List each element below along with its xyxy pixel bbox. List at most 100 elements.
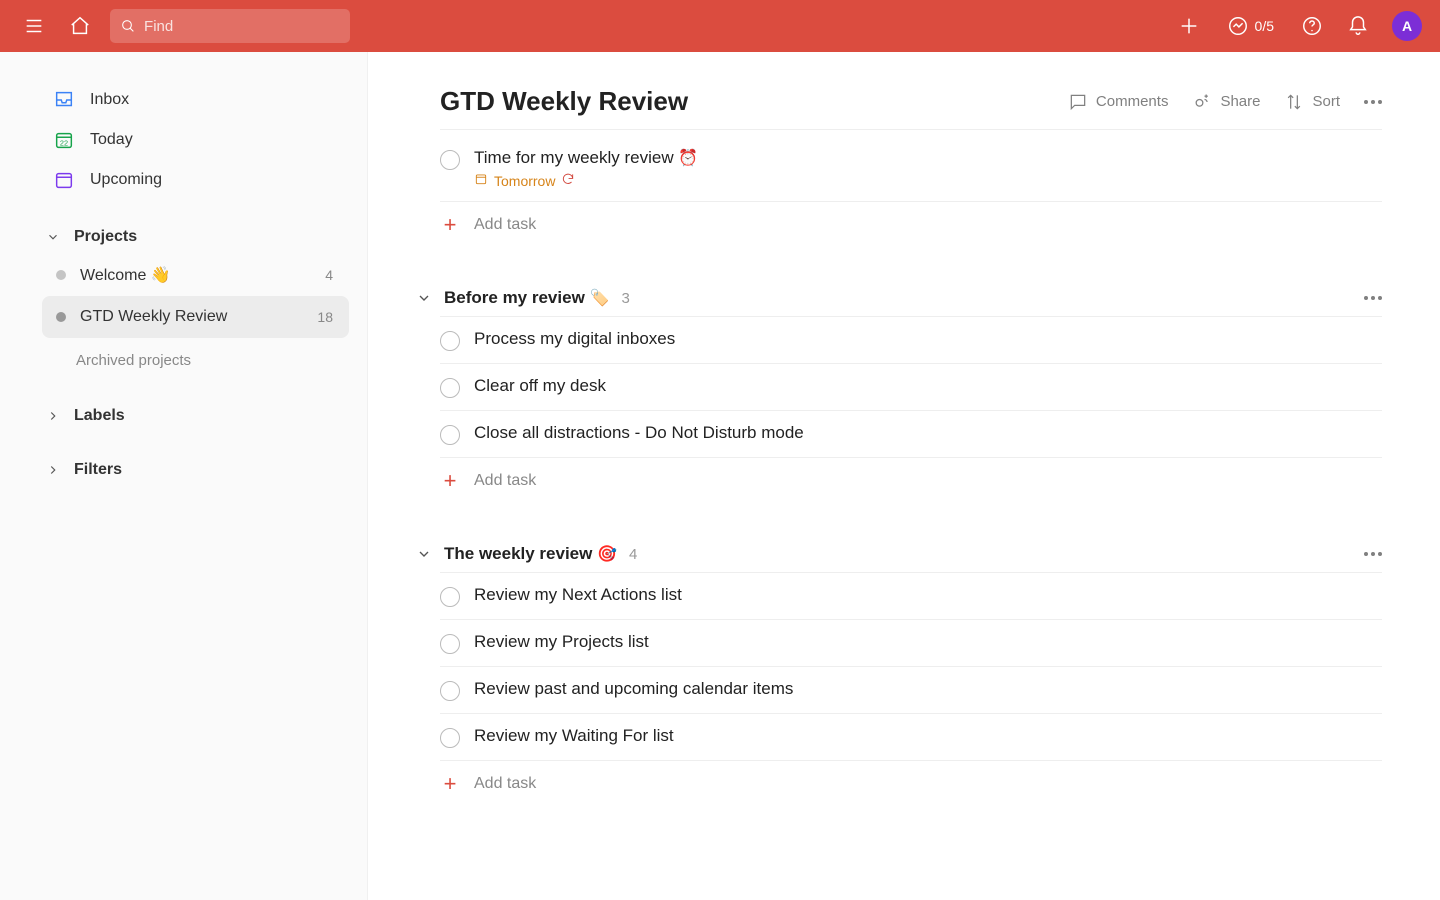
- section-title: Labels: [74, 407, 125, 425]
- section-count: 4: [629, 546, 637, 563]
- task-checkbox[interactable]: [440, 728, 460, 748]
- share-icon: [1192, 92, 1212, 112]
- share-button[interactable]: Share: [1192, 92, 1260, 112]
- task-checkbox[interactable]: [440, 587, 460, 607]
- section-more-button[interactable]: [1364, 296, 1382, 300]
- button-label: Comments: [1096, 93, 1169, 110]
- chevron-down-icon: [42, 230, 64, 244]
- task-checkbox[interactable]: [440, 681, 460, 701]
- add-task-button[interactable]: + Add task: [440, 761, 1382, 807]
- section-count: 3: [621, 290, 629, 307]
- section-toggle[interactable]: [416, 546, 436, 562]
- task-title: Close all distractions - Do Not Disturb …: [474, 423, 1382, 443]
- task-title: Time for my weekly review ⏰: [474, 148, 1382, 168]
- comments-button[interactable]: Comments: [1068, 92, 1169, 112]
- productivity-icon: [1227, 15, 1249, 37]
- task-row[interactable]: Time for my weekly review ⏰ Tomorrow: [440, 136, 1382, 202]
- top-header: 0/5 A: [0, 0, 1440, 52]
- svg-text:22: 22: [60, 139, 68, 148]
- task-row[interactable]: Review past and upcoming calendar items: [440, 667, 1382, 714]
- add-task-button[interactable]: + Add task: [440, 458, 1382, 504]
- filters-header[interactable]: Filters: [42, 451, 349, 487]
- search-input[interactable]: [144, 18, 340, 35]
- notifications-button[interactable]: [1342, 10, 1374, 42]
- button-label: Sort: [1312, 93, 1340, 110]
- task-checkbox[interactable]: [440, 425, 460, 445]
- upcoming-icon: [52, 168, 76, 192]
- labels-header[interactable]: Labels: [42, 397, 349, 433]
- project-color-dot: [56, 270, 66, 280]
- project-color-dot: [56, 312, 66, 322]
- project-count: 18: [317, 309, 339, 325]
- section-name: Before my review 🏷️: [444, 288, 609, 308]
- more-button[interactable]: [1364, 92, 1382, 112]
- projects-header[interactable]: Projects: [42, 218, 349, 254]
- avatar-initial: A: [1402, 18, 1412, 34]
- recurring-icon: [561, 172, 575, 189]
- section-the-weekly-review: The weekly review 🎯 4 Review my Next Act…: [440, 544, 1382, 807]
- avatar[interactable]: A: [1392, 11, 1422, 41]
- comments-icon: [1068, 92, 1088, 112]
- task-checkbox[interactable]: [440, 150, 460, 170]
- task-title: Review my Waiting For list: [474, 726, 1382, 746]
- task-row[interactable]: Review my Waiting For list: [440, 714, 1382, 761]
- plus-icon: +: [440, 773, 460, 795]
- page-header: GTD Weekly Review Comments Share Sort: [440, 86, 1382, 129]
- task-row[interactable]: Clear off my desk: [440, 364, 1382, 411]
- calendar-icon: [474, 172, 488, 189]
- nav-label: Inbox: [90, 91, 129, 109]
- menu-button[interactable]: [18, 10, 50, 42]
- chevron-right-icon: [42, 409, 64, 423]
- task-title: Process my digital inboxes: [474, 329, 1382, 349]
- section-name: The weekly review 🎯: [444, 544, 617, 564]
- project-name: Welcome 👋: [80, 265, 171, 285]
- nav-today[interactable]: 22 Today: [42, 120, 349, 160]
- nav-inbox[interactable]: Inbox: [42, 80, 349, 120]
- task-checkbox[interactable]: [440, 634, 460, 654]
- task-list: Time for my weekly review ⏰ Tomorrow + A…: [440, 136, 1382, 248]
- page-title: GTD Weekly Review: [440, 86, 688, 117]
- project-count: 4: [325, 267, 339, 283]
- section-title: Filters: [74, 461, 122, 479]
- task-row[interactable]: Close all distractions - Do Not Disturb …: [440, 411, 1382, 458]
- search-icon: [120, 17, 136, 35]
- task-row[interactable]: Review my Next Actions list: [440, 573, 1382, 620]
- main-content: GTD Weekly Review Comments Share Sort: [368, 52, 1440, 900]
- nav-upcoming[interactable]: Upcoming: [42, 160, 349, 200]
- button-label: Share: [1220, 93, 1260, 110]
- task-row[interactable]: Review my Projects list: [440, 620, 1382, 667]
- section-before-my-review: Before my review 🏷️ 3 Process my digital…: [440, 288, 1382, 504]
- quick-add-button[interactable]: [1173, 10, 1205, 42]
- section-toggle[interactable]: [416, 290, 436, 306]
- project-name: GTD Weekly Review: [80, 308, 227, 326]
- sort-button[interactable]: Sort: [1284, 92, 1340, 112]
- today-icon: 22: [52, 128, 76, 152]
- sort-icon: [1284, 92, 1304, 112]
- project-welcome[interactable]: Welcome 👋 4: [42, 254, 349, 296]
- task-checkbox[interactable]: [440, 331, 460, 351]
- add-task-label: Add task: [474, 472, 536, 490]
- section-more-button[interactable]: [1364, 552, 1382, 556]
- productivity-button[interactable]: 0/5: [1219, 11, 1282, 41]
- task-title: Clear off my desk: [474, 376, 1382, 396]
- add-task-button[interactable]: + Add task: [440, 202, 1382, 248]
- task-title: Review my Next Actions list: [474, 585, 1382, 605]
- nav-label: Upcoming: [90, 171, 162, 189]
- add-task-label: Add task: [474, 775, 536, 793]
- project-gtd-weekly-review[interactable]: GTD Weekly Review 18: [42, 296, 349, 338]
- task-date: Tomorrow: [494, 173, 555, 189]
- task-title: Review past and upcoming calendar items: [474, 679, 1382, 699]
- sidebar: Inbox 22 Today Upcoming Projects Welcome…: [0, 52, 368, 900]
- productivity-count: 0/5: [1255, 18, 1274, 34]
- section-title: Projects: [74, 228, 137, 246]
- home-button[interactable]: [64, 10, 96, 42]
- plus-icon: +: [440, 470, 460, 492]
- inbox-icon: [52, 88, 76, 112]
- task-row[interactable]: Process my digital inboxes: [440, 317, 1382, 364]
- plus-icon: +: [440, 214, 460, 236]
- help-button[interactable]: [1296, 10, 1328, 42]
- task-meta: Tomorrow: [474, 172, 1382, 189]
- search-box[interactable]: [110, 9, 350, 43]
- archived-projects[interactable]: Archived projects: [42, 352, 349, 369]
- task-checkbox[interactable]: [440, 378, 460, 398]
